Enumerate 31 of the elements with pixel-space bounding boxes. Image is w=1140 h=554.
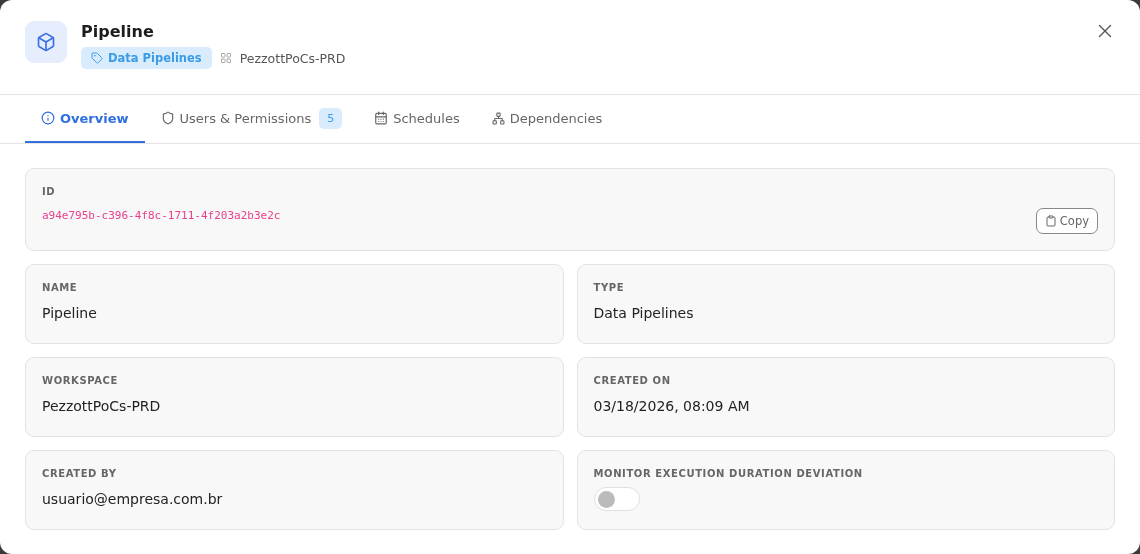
workspace-name: PezzottPoCs-PRD [239,50,346,66]
cube-icon [25,21,67,63]
tab[interactable]: Schedules [358,95,476,143]
hierarchy-icon [491,111,505,125]
field-label: CREATED BY [42,468,117,479]
field-label: TYPE [593,282,625,293]
field-value: Data Pipelines [593,305,694,321]
shield-icon [160,111,175,125]
copy-button[interactable]: Copy [1035,208,1098,234]
field-label: WORKSPACE [42,375,118,386]
info-icon [41,111,55,125]
field-label: ID [42,186,56,197]
grid-icon [219,52,232,64]
clipboard-icon [1044,215,1057,227]
toggle-switch[interactable] [593,487,640,511]
calendar-icon [374,111,389,125]
field-value: 03/18/2026, 08:09 AM [593,398,750,414]
field-label: NAME [42,282,78,293]
dialog-title: Pipeline [81,21,155,43]
tag-icon [91,52,103,64]
tab[interactable]: Dependencies [475,95,619,143]
field-value: Pipeline [42,305,97,321]
tab[interactable]: Users & Permissions 5 [144,95,359,143]
id-value: a94e795b-c396-4f8c-1711-4f203a2b3e2c [42,209,281,222]
field-label: CREATED ON [593,375,671,386]
type-tag: Data Pipelines [81,47,212,69]
field-label: MONITOR EXECUTION DURATION DEVIATION [593,468,863,479]
count-badge: 5 [319,107,343,129]
field-value: PezzottPoCs-PRD [42,398,161,414]
field-value: usuario@empresa.com.br [42,491,223,507]
tab[interactable]: Overview [25,95,145,143]
